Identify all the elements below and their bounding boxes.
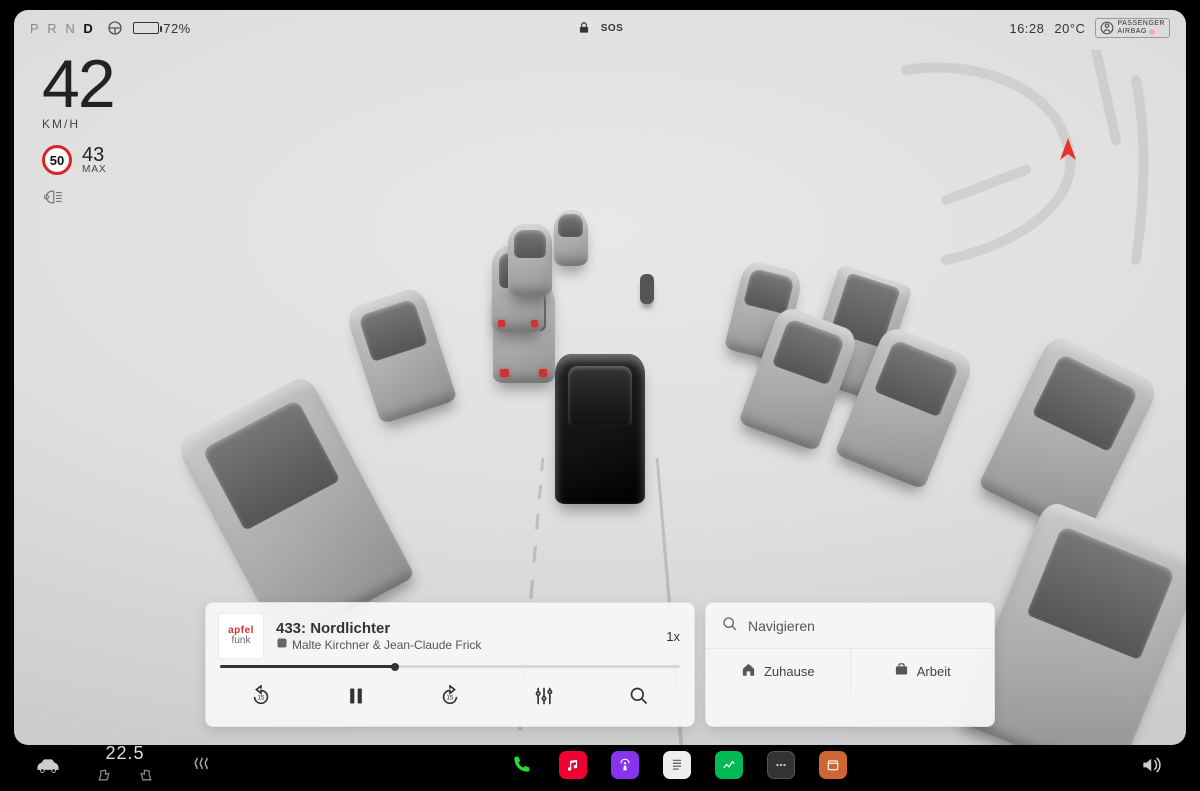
cyclist [640, 274, 654, 304]
media-card: apfel funk 433: Nordlichter Malte Kirchn… [205, 602, 695, 727]
gear-r: R [47, 21, 57, 36]
vehicle [554, 210, 588, 266]
car-settings-button[interactable] [34, 751, 62, 779]
nav-work-button[interactable]: Arbeit [850, 649, 995, 693]
media-progress[interactable] [220, 665, 680, 668]
outside-temp: 20°C [1054, 21, 1085, 36]
bottom-cards: apfel funk 433: Nordlichter Malte Kirchn… [14, 602, 1186, 727]
speed-limit-sign: 50 [42, 145, 72, 175]
vehicle [344, 286, 457, 425]
volume-button[interactable] [1138, 751, 1166, 779]
vehicle [978, 334, 1160, 539]
vehicle [508, 224, 552, 296]
defrost-button[interactable] [188, 751, 216, 779]
sos-label[interactable]: SOS [601, 23, 624, 34]
all-apps-button[interactable] [767, 751, 795, 779]
playback-speed[interactable]: 1x [666, 629, 680, 644]
speed-value: 42 [42, 54, 114, 115]
airbag-status-dot [1149, 29, 1155, 35]
lock-icon[interactable] [577, 21, 591, 35]
energy-app-button[interactable] [715, 751, 743, 779]
podcast-icon [276, 637, 288, 652]
map-overlay [886, 50, 1166, 270]
vehicle [493, 283, 555, 383]
media-subtitle: Malte Kirchner & Jean-Claude Frick [292, 638, 481, 652]
status-bar: P R N D 72% SOS 16:28 [14, 10, 1186, 46]
media-artwork[interactable]: apfel funk [218, 613, 264, 659]
pause-button[interactable] [333, 678, 379, 714]
nav-home-button[interactable]: Zuhause [706, 649, 850, 693]
media-title: 433: Nordlichter [276, 620, 654, 637]
vehicle-van [803, 265, 912, 403]
svg-text:15: 15 [258, 695, 266, 702]
podcast-app-button[interactable] [611, 751, 639, 779]
briefcase-icon [894, 662, 909, 680]
driving-visualization: P R N D 72% SOS 16:28 [14, 10, 1186, 745]
notes-app-button[interactable] [663, 751, 691, 779]
auto-headlight-icon: A [42, 189, 114, 210]
nav-search-placeholder: Navigieren [748, 618, 815, 634]
nav-home-label: Zuhause [764, 664, 815, 679]
lane-marking-left [541, 10, 1186, 458]
ego-vehicle [555, 354, 645, 504]
gear-n: N [65, 21, 75, 36]
phone-app-button[interactable] [507, 751, 535, 779]
clock: 16:28 [1009, 21, 1044, 36]
set-speed-value: 43 [82, 145, 107, 165]
vehicle [724, 259, 804, 363]
gear-d: D [83, 21, 93, 36]
gear-indicator: P R N D [30, 21, 97, 36]
home-icon [741, 662, 756, 680]
battery-percent: 72% [163, 21, 191, 36]
music-app-button[interactable] [559, 751, 587, 779]
airbag-indicator: PASSENGER AIRBAG [1095, 18, 1170, 38]
vehicle [834, 324, 975, 490]
compass-icon[interactable] [1058, 138, 1078, 167]
seat-heater-right-icon[interactable] [138, 768, 154, 787]
gear-p: P [30, 21, 39, 36]
nav-work-label: Arbeit [917, 664, 951, 679]
search-icon [722, 616, 738, 635]
speed-cluster: 42 KM/H 50 43 MAX A [42, 54, 114, 210]
seat-heater-left-icon[interactable] [96, 768, 112, 787]
nav-search[interactable]: Navigieren [706, 603, 994, 649]
battery-indicator: 72% [133, 21, 191, 36]
cabin-temp[interactable]: 22.5 [105, 743, 144, 764]
autosteer-icon [107, 20, 123, 36]
airbag-line1: PASSENGER [1117, 20, 1165, 28]
nav-card: Navigieren Zuhause Arbeit [705, 602, 995, 727]
set-speed-label: MAX [82, 165, 107, 175]
media-art-line2: funk [232, 636, 251, 646]
bottom-dock: 22.5 [14, 745, 1186, 785]
equalizer-button[interactable] [521, 678, 567, 714]
skip-fwd-15-button[interactable]: 15 [427, 678, 473, 714]
svg-text:15: 15 [446, 695, 454, 702]
media-search-button[interactable] [616, 678, 662, 714]
calendar-app-button[interactable] [819, 751, 847, 779]
vehicle [738, 304, 860, 451]
airbag-line2: AIRBAG [1117, 28, 1146, 36]
lane-arrow-icon: ↑ [593, 348, 607, 380]
skip-back-15-button[interactable]: 15 [238, 678, 284, 714]
vehicle [492, 246, 544, 332]
